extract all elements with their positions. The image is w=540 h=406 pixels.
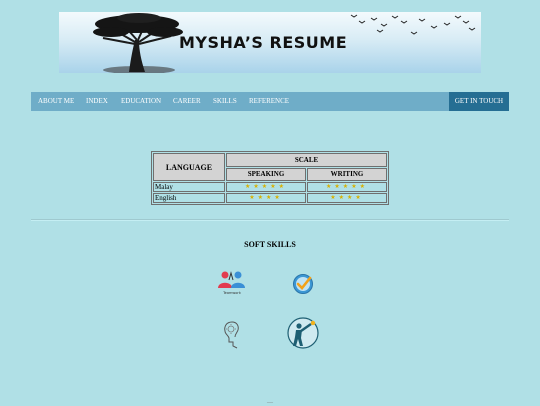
nav-skills[interactable]: SKILLS — [213, 92, 237, 111]
table-row: Malay ★★★★★ ★★★★★ — [153, 182, 387, 192]
header-speaking: SPEAKING — [226, 167, 306, 181]
speaking-stars: ★★★★★ — [226, 182, 306, 192]
teamwork-label: Teamwork — [223, 291, 241, 295]
section-divider — [31, 219, 509, 221]
language-table: LANGUAGE SCALE SPEAKING WRITING Malay ★★… — [151, 151, 389, 205]
footer: — — [267, 400, 273, 406]
header-language: LANGUAGE — [153, 153, 225, 181]
checkmark-badge-icon — [293, 274, 313, 294]
star-icon: ★ — [249, 195, 258, 201]
star-icon: ★ — [334, 184, 343, 190]
teamwork-icon — [218, 271, 245, 288]
nav-about-me[interactable]: ABOUT ME — [38, 92, 74, 111]
table-row: English ★★★★ ★★★★ — [153, 193, 387, 203]
star-icon: ★ — [330, 195, 339, 201]
language-name: English — [153, 193, 225, 203]
star-icon: ★ — [338, 195, 347, 201]
idea-head-icon — [224, 321, 239, 349]
writing-stars: ★★★★ — [307, 193, 387, 203]
star-icon: ★ — [261, 184, 271, 190]
language-name: Malay — [153, 182, 225, 192]
nav-reference[interactable]: REFERENCE — [249, 92, 289, 111]
star-icon: ★ — [359, 184, 368, 190]
star-icon: ★ — [274, 195, 283, 201]
vision-telescope-icon — [287, 317, 319, 349]
star-icon: ★ — [355, 195, 364, 201]
get-in-touch-button[interactable]: GET IN TOUCH — [449, 92, 509, 111]
star-icon: ★ — [253, 184, 262, 190]
star-icon: ★ — [270, 184, 279, 190]
star-icon: ★ — [278, 184, 287, 190]
header-writing: WRITING — [307, 167, 387, 181]
nav-education[interactable]: EDUCATION — [121, 92, 161, 111]
banner-title: MYSHA’S RESUME — [179, 33, 348, 52]
star-icon: ★ — [351, 184, 360, 190]
star-icon: ★ — [342, 184, 352, 190]
header-scale: SCALE — [226, 153, 387, 167]
speaking-stars: ★★★★ — [226, 193, 306, 203]
nav-career[interactable]: CAREER — [173, 92, 201, 111]
star-icon: ★ — [257, 195, 266, 201]
nav-index[interactable]: INDEX — [86, 92, 108, 111]
soft-skills-title: SOFT SKILLS — [244, 240, 296, 249]
main-nav: ABOUT ME INDEX EDUCATION CAREER SKILLS R… — [31, 92, 509, 111]
header-banner: MYSHA’S RESUME — [59, 12, 481, 73]
writing-stars: ★★★★★ — [307, 182, 387, 192]
